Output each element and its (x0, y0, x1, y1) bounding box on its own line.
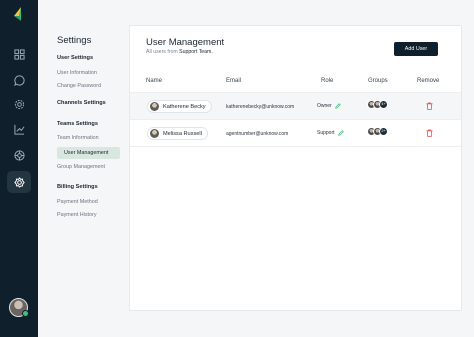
settings-item-group-management[interactable]: Group Management (57, 164, 105, 170)
grid-icon (13, 48, 25, 60)
nav-analytics[interactable] (7, 118, 31, 140)
lifebuoy-icon (13, 149, 25, 161)
role-label: Support (317, 130, 335, 136)
column-name: Name (146, 78, 163, 84)
nav-messages[interactable] (7, 69, 31, 91)
settings-title: Settings (57, 35, 92, 46)
edit-pencil-icon[interactable] (334, 103, 341, 109)
section-teams-settings: Teams Settings (57, 121, 98, 127)
user-name: Katherene Becky (163, 103, 206, 110)
table-header: Name Email Role Groups Remove (130, 71, 461, 93)
settings-item-team-information[interactable]: Team Information (57, 135, 99, 141)
chart-icon (13, 124, 24, 135)
user-email: katherenebecky@unknow.com (226, 104, 295, 110)
nav-settings[interactable] (7, 171, 31, 193)
settings-item-payment-history[interactable]: Payment History (57, 212, 97, 218)
column-groups: Groups (368, 78, 388, 84)
settings-item-change-password[interactable]: Change Password (57, 83, 101, 89)
user-role: Support (317, 130, 344, 136)
page-subtitle: All users from Support Team. (146, 49, 213, 55)
groups-more-badge: 2+ (379, 127, 388, 136)
user-name: Melissa Russell (163, 130, 202, 137)
settings-icon (13, 176, 25, 188)
table-row[interactable]: Melissa Russell agentnumber@unknow.com S… (130, 120, 461, 147)
gear-icon (14, 99, 24, 109)
page-title: User Management (146, 37, 225, 48)
user-avatar[interactable] (9, 298, 29, 317)
section-billing-settings: Billing Settings (57, 184, 98, 190)
table-row[interactable]: Katherene Becky katherenebecky@unknow.co… (130, 93, 461, 120)
icon-rail (0, 0, 38, 337)
column-role: Role (321, 78, 334, 84)
add-user-button[interactable]: Add User (394, 42, 438, 56)
chat-icon (13, 74, 25, 86)
user-management-panel: User Management All users from Support T… (129, 25, 462, 311)
subtitle-team: Support Team. (179, 49, 213, 55)
online-status-dot (22, 310, 29, 317)
settings-item-user-management[interactable]: User Management (57, 147, 120, 159)
nav-support[interactable] (7, 144, 31, 166)
edit-pencil-icon[interactable] (337, 130, 344, 136)
column-email: Email (226, 78, 242, 84)
group-avatars[interactable]: 4+ (367, 100, 388, 109)
groups-more-badge: 4+ (379, 100, 388, 109)
settings-sidebar: Settings User Settings User Information … (38, 0, 128, 337)
avatar (150, 102, 159, 111)
nav-preferences[interactable] (7, 93, 31, 115)
user-email: agentnumber@unknow.com (226, 131, 289, 137)
subtitle-prefix: All users from (146, 49, 178, 55)
section-channels-settings[interactable]: Channels Settings (57, 100, 106, 106)
settings-item-payment-method[interactable]: Payment Method (57, 199, 98, 205)
user-name-chip[interactable]: Melissa Russell (147, 127, 208, 140)
column-remove: Remove (417, 78, 440, 84)
trash-icon[interactable] (426, 129, 433, 137)
group-avatars[interactable]: 2+ (367, 127, 388, 136)
logo-icon (14, 7, 21, 21)
user-name-chip[interactable]: Katherene Becky (147, 100, 212, 113)
trash-icon[interactable] (426, 102, 433, 110)
nav-dashboard[interactable] (7, 43, 31, 65)
role-label: Owner (317, 103, 332, 109)
user-role: Owner (317, 103, 341, 109)
section-user-settings: User Settings (57, 55, 94, 61)
avatar (150, 129, 159, 138)
settings-item-user-information[interactable]: User Information (57, 70, 97, 76)
